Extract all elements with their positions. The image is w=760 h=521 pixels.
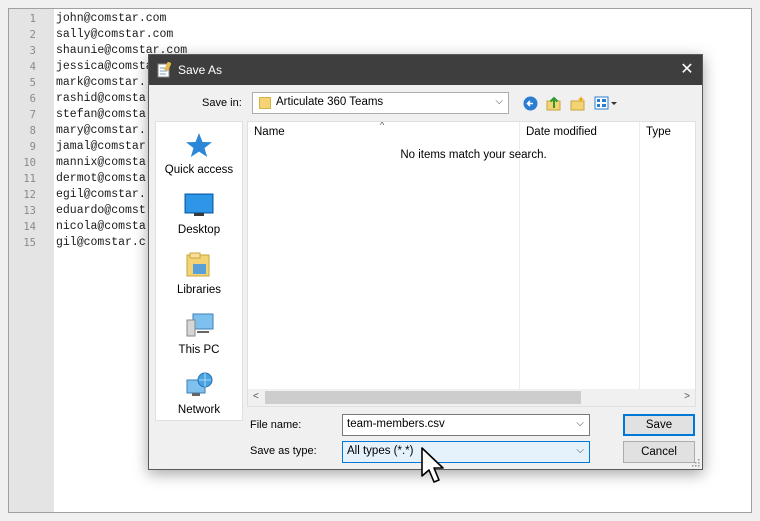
chevron-down-icon[interactable]: ⌵ — [576, 418, 584, 429]
line-text: jessica@comstar — [56, 60, 160, 73]
back-icon[interactable] — [522, 95, 539, 112]
desktop-icon — [184, 193, 214, 216]
save-in-dropdown[interactable]: Articulate 360 Teams ⌵ — [252, 92, 509, 114]
line-number: 6 — [29, 93, 36, 105]
place-label: This PC — [178, 344, 220, 356]
line-text: jamal@comstar — [56, 140, 146, 153]
line-number: 10 — [23, 157, 36, 169]
empty-message: No items match your search. — [400, 149, 547, 161]
line-text: nicola@comsta — [56, 220, 146, 233]
this-pc-icon — [186, 313, 214, 337]
line-number: 14 — [23, 221, 36, 233]
column-divider[interactable] — [639, 122, 640, 406]
line-text: dermot@comsta — [56, 172, 146, 185]
new-folder-icon[interactable] — [569, 95, 586, 112]
line-number: 15 — [23, 237, 36, 249]
save-as-type-value: All types (*.*) — [347, 445, 414, 457]
scroll-left-icon[interactable]: < — [253, 391, 259, 402]
place-label: Quick access — [164, 164, 234, 176]
place-libraries[interactable]: Libraries — [156, 246, 242, 306]
line-text: mark@comstar. — [56, 76, 146, 89]
dialog-title-bar[interactable]: Save As ✕ — [149, 55, 702, 85]
line-text: mannix@comsta — [56, 156, 146, 169]
column-divider[interactable] — [519, 122, 520, 406]
file-list[interactable]: ^ Name Date modified Type No items match… — [247, 121, 696, 407]
dialog-title: Save As — [178, 63, 223, 77]
save-as-dialog: Save As ✕ Save in: Articulate 360 Teams … — [148, 54, 703, 470]
line-number: 7 — [29, 109, 36, 121]
place-network[interactable]: Network — [156, 366, 242, 426]
chevron-down-icon: ⌵ — [576, 445, 584, 456]
cancel-button[interactable]: Cancel — [623, 441, 695, 463]
save-as-type-dropdown[interactable]: All types (*.*) ⌵ — [342, 441, 590, 463]
quick-access-star-icon — [186, 133, 212, 157]
line-text: mary@comstar. — [56, 124, 146, 137]
view-menu-icon[interactable] — [594, 95, 618, 112]
resize-grip-icon[interactable] — [690, 457, 700, 467]
line-text: sally@comstar.com — [56, 28, 174, 41]
save-in-value: Articulate 360 Teams — [276, 96, 384, 108]
line-number: 9 — [29, 141, 36, 153]
place-label: Desktop — [177, 224, 221, 236]
horizontal-scrollbar[interactable]: < > — [248, 389, 695, 406]
mouse-cursor-icon — [421, 447, 444, 483]
place-this-pc[interactable]: This PC — [156, 306, 242, 366]
libraries-icon — [186, 252, 210, 277]
line-number: 11 — [23, 173, 36, 185]
place-label: Network — [177, 404, 221, 416]
file-name-label: File name: — [250, 419, 302, 431]
network-icon — [186, 372, 213, 396]
column-date-modified[interactable]: Date modified — [526, 126, 597, 138]
editor-line[interactable]: 1 john@comstar.com — [9, 11, 749, 27]
line-number: 1 — [29, 13, 36, 25]
up-folder-icon[interactable] — [545, 95, 562, 112]
editor-line[interactable]: 2 sally@comstar.com — [9, 27, 749, 43]
line-number: 5 — [29, 77, 36, 89]
line-text: eduardo@comst — [56, 204, 146, 217]
line-text: john@comstar.com — [56, 12, 167, 25]
sort-ascending-icon: ^ — [380, 121, 385, 130]
folder-icon — [259, 97, 271, 109]
line-number: 12 — [23, 189, 36, 201]
line-text: gil@comstar.c — [56, 236, 146, 249]
scroll-right-icon[interactable]: > — [684, 391, 690, 402]
line-text: egil@comstar. — [56, 188, 146, 201]
line-number: 3 — [29, 45, 36, 57]
place-quick-access[interactable]: Quick access — [156, 126, 242, 186]
line-number: 2 — [29, 29, 36, 41]
line-number: 13 — [23, 205, 36, 217]
line-text: stefan@comsta — [56, 108, 146, 121]
chevron-down-icon: ⌵ — [495, 96, 503, 107]
scrollbar-thumb[interactable] — [265, 391, 581, 404]
close-icon: ✕ — [680, 61, 694, 78]
place-desktop[interactable]: Desktop — [156, 186, 242, 246]
places-bar: Quick access Desktop Libraries This PC N… — [155, 121, 243, 421]
notepad-icon — [157, 62, 171, 78]
column-name[interactable]: Name — [254, 126, 285, 138]
line-text: rashid@comsta — [56, 92, 146, 105]
close-button[interactable]: ✕ — [672, 55, 702, 85]
file-name-input[interactable]: team-members.csv ⌵ — [342, 414, 590, 436]
place-label: Libraries — [176, 284, 222, 296]
save-as-type-label: Save as type: — [250, 445, 317, 457]
column-type[interactable]: Type — [646, 126, 671, 138]
line-number: 8 — [29, 125, 36, 137]
save-in-label: Save in: — [202, 97, 242, 109]
file-name-value: team-members.csv — [347, 418, 445, 430]
line-number: 4 — [29, 61, 36, 73]
save-button[interactable]: Save — [623, 414, 695, 436]
